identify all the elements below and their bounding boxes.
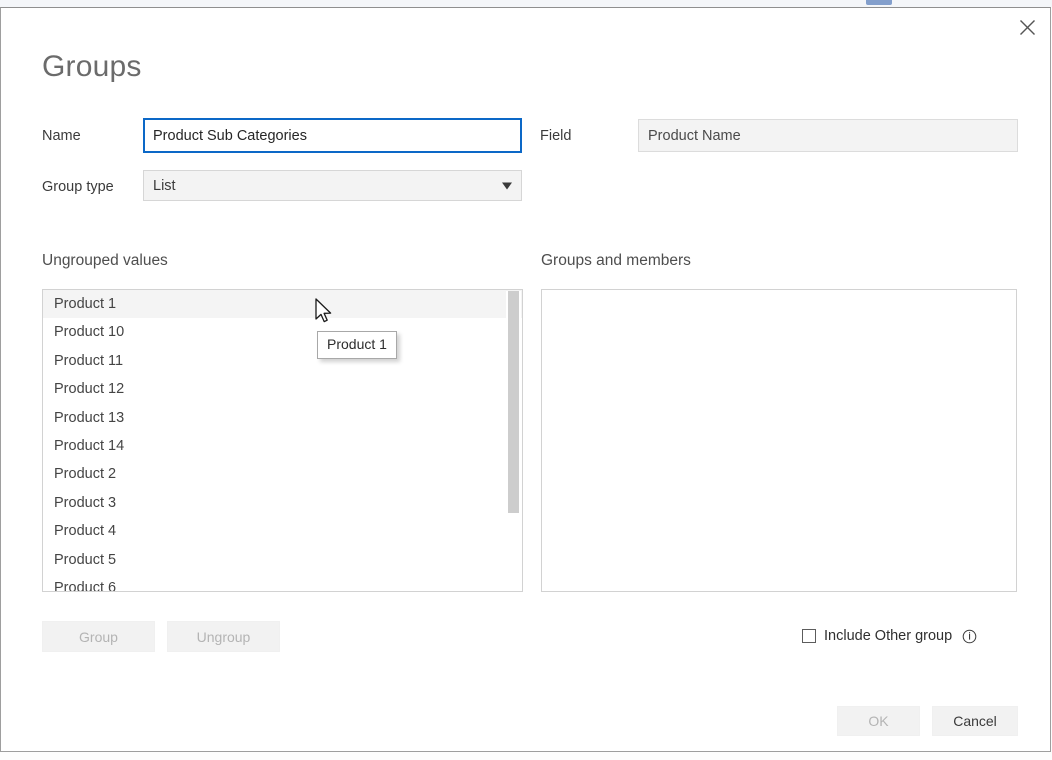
name-input[interactable] (143, 118, 522, 153)
list-scrollbar[interactable] (506, 291, 521, 590)
groups-and-members-box[interactable] (541, 289, 1017, 592)
hover-tooltip: Product 1 (317, 331, 397, 359)
field-label: Field (540, 128, 572, 144)
name-label: Name (42, 128, 81, 144)
list-scrollbar-thumb[interactable] (508, 291, 519, 513)
close-button[interactable] (1004, 8, 1050, 46)
group-button[interactable]: Group (42, 621, 155, 652)
include-other-group-checkbox[interactable] (802, 629, 816, 643)
groups-and-members-heading: Groups and members (541, 252, 691, 269)
background-app-accent (866, 0, 892, 5)
list-item[interactable]: Product 3 (43, 489, 522, 517)
ungroup-button[interactable]: Ungroup (167, 621, 280, 652)
ok-button[interactable]: OK (837, 706, 920, 736)
list-item[interactable]: Product 5 (43, 546, 522, 574)
info-icon[interactable] (962, 629, 977, 644)
chevron-down-icon (502, 182, 512, 189)
list-item[interactable]: Product 12 (43, 375, 522, 403)
list-item[interactable]: Product 10 (43, 318, 522, 346)
list-item[interactable]: Product 4 (43, 517, 522, 545)
group-type-value: List (153, 177, 176, 194)
field-value-readonly: Product Name (638, 119, 1018, 152)
ungrouped-values-heading: Ungrouped values (42, 252, 168, 269)
cancel-button[interactable]: Cancel (932, 706, 1018, 736)
close-icon (1019, 19, 1036, 36)
include-other-group-row[interactable]: Include Other group (802, 628, 977, 644)
list-item[interactable]: Product 1 (43, 290, 522, 319)
list-item[interactable]: Product 2 (43, 460, 522, 488)
groups-dialog: Groups Name Field Product Name Group typ… (0, 7, 1051, 752)
ungrouped-values-list[interactable]: Product 1 Product 10 Product 11 Product 12 P… (42, 289, 523, 592)
list-item[interactable]: Product 13 (43, 404, 522, 432)
list-item[interactable]: Product 14 (43, 432, 522, 460)
group-type-label: Group type (42, 179, 114, 195)
group-type-select[interactable]: List (143, 170, 522, 201)
list-item[interactable]: Product 11 (43, 347, 522, 375)
background-app-strip (0, 0, 1052, 7)
page-title: Groups (42, 50, 142, 83)
list-item[interactable]: Product 6 (43, 574, 522, 591)
include-other-group-label: Include Other group (824, 628, 953, 644)
